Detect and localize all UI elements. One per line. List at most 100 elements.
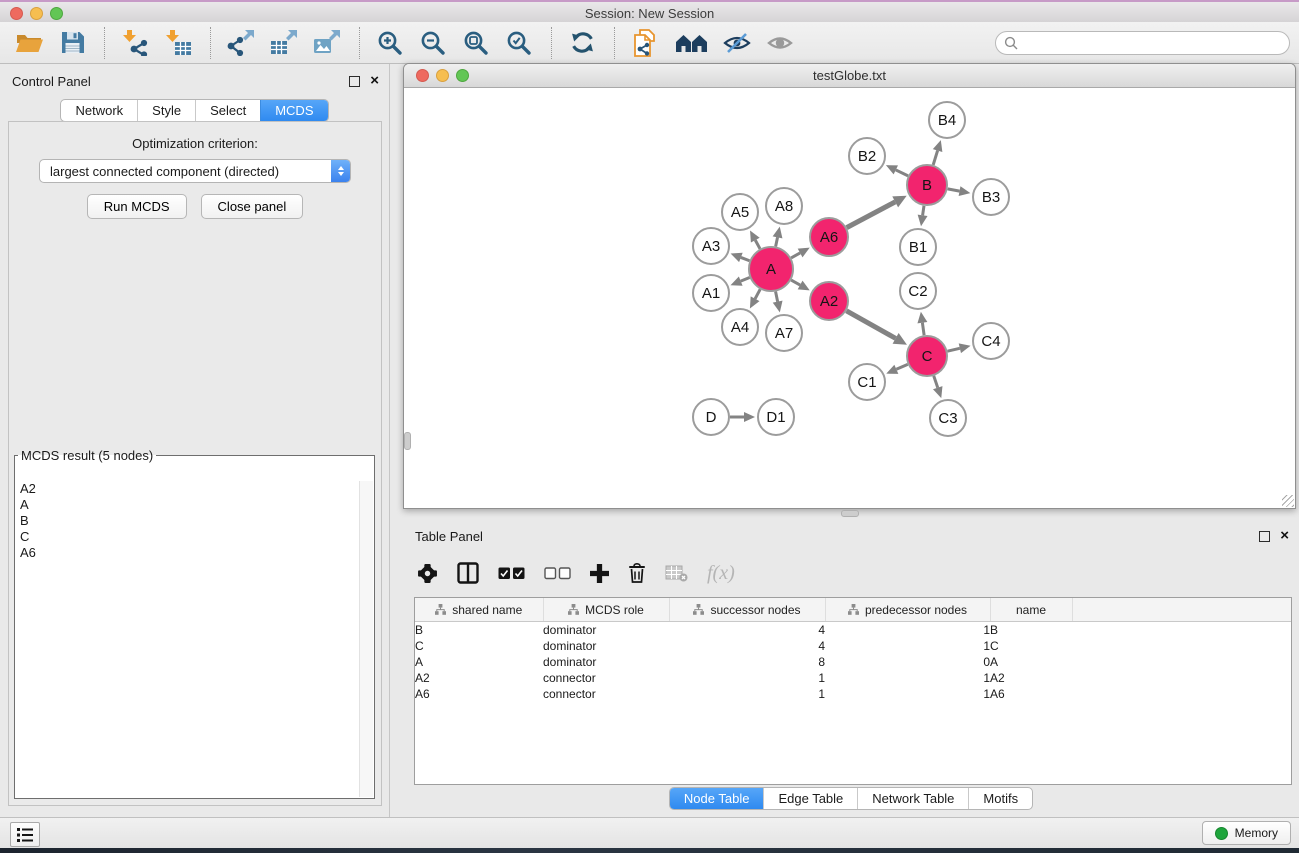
table-tab-edge-table[interactable]: Edge Table	[763, 788, 857, 809]
home-button[interactable]	[673, 26, 709, 60]
import-network-button[interactable]	[120, 26, 150, 60]
table-tab-motifs[interactable]: Motifs	[968, 788, 1032, 809]
deselect-all-columns-button[interactable]	[544, 567, 571, 580]
mcds-list-scrollbar[interactable]	[359, 481, 373, 797]
graph-node-C1[interactable]: C1	[849, 364, 885, 400]
export-network-button[interactable]	[226, 26, 256, 60]
graph-node-B3[interactable]: B3	[973, 179, 1009, 215]
close-panel-icon[interactable]: ×	[1280, 530, 1289, 542]
create-column-button[interactable]	[590, 564, 609, 583]
delete-table-button[interactable]	[665, 565, 688, 582]
float-panel-icon[interactable]	[1259, 531, 1270, 542]
graph-node-C2[interactable]: C2	[900, 273, 936, 309]
graph-node-C3[interactable]: C3	[930, 400, 966, 436]
graph-edge-B-B2[interactable]	[886, 165, 908, 176]
table-settings-button[interactable]	[417, 563, 438, 584]
graph-edge-A-A1[interactable]	[730, 276, 749, 285]
graph-node-C4[interactable]: C4	[973, 323, 1009, 359]
graph-edge-A-A2[interactable]	[791, 280, 810, 290]
column-header-MCDS-role[interactable]: MCDS role	[543, 598, 669, 622]
network-horizontal-scroll-thumb[interactable]	[841, 510, 859, 517]
create-network-from-file-button[interactable]	[630, 26, 660, 60]
network-canvas[interactable]: AA1A3A5A8A6A2A4A7BB2B4B3B1CC2C4C1C3DD1	[404, 88, 1295, 508]
table-row[interactable]: A2connector11A2	[415, 670, 1291, 686]
graph-node-B4[interactable]: B4	[929, 102, 965, 138]
graph-node-A8[interactable]: A8	[766, 188, 802, 224]
graph-edge-A-A5[interactable]	[750, 230, 760, 248]
graph-node-B1[interactable]: B1	[900, 229, 936, 265]
graph-node-A5[interactable]: A5	[722, 194, 758, 230]
mcds-result-item[interactable]: A6	[20, 545, 359, 561]
graph-node-B[interactable]: B	[907, 165, 947, 205]
graph-edge-A-A7[interactable]	[773, 292, 783, 313]
graph-edge-A2-C[interactable]	[846, 311, 907, 345]
mcds-result-item[interactable]: B	[20, 513, 359, 529]
tab-mcds[interactable]: MCDS	[260, 100, 327, 121]
criterion-dropdown[interactable]: largest connected component (directed)	[39, 159, 351, 183]
import-table-button[interactable]	[163, 26, 193, 60]
zoom-out-button[interactable]	[418, 26, 448, 60]
graph-edge-B-B3[interactable]	[948, 186, 971, 196]
export-table-button[interactable]	[269, 26, 299, 60]
graph-node-D[interactable]: D	[693, 399, 729, 435]
graph-node-B2[interactable]: B2	[849, 138, 885, 174]
table-row[interactable]: A6connector11A6	[415, 686, 1291, 702]
column-header-successor-nodes[interactable]: successor nodes	[669, 598, 825, 622]
search-input[interactable]	[1023, 35, 1289, 52]
table-row[interactable]: Bdominator41B	[415, 622, 1291, 639]
graph-node-A4[interactable]: A4	[722, 309, 758, 345]
table-row[interactable]: Cdominator41C	[415, 638, 1291, 654]
mcds-result-item[interactable]: A2	[20, 481, 359, 497]
tab-style[interactable]: Style	[137, 100, 195, 121]
graph-edge-B-B4[interactable]	[933, 140, 943, 165]
open-session-button[interactable]	[14, 26, 44, 60]
graph-node-D1[interactable]: D1	[758, 399, 794, 435]
hide-panels-button[interactable]	[722, 26, 752, 60]
table-tab-node-table[interactable]: Node Table	[670, 788, 764, 809]
save-session-button[interactable]	[57, 26, 87, 60]
graph-edge-C-C4[interactable]	[947, 343, 970, 353]
graph-edge-B-B1[interactable]	[918, 206, 928, 226]
graph-edge-A-A3[interactable]	[731, 253, 750, 262]
graph-edge-A-A6[interactable]	[791, 248, 810, 258]
zoom-in-button[interactable]	[375, 26, 405, 60]
float-panel-icon[interactable]	[349, 76, 360, 87]
close-panel-button[interactable]: Close panel	[201, 194, 304, 219]
delete-column-button[interactable]	[628, 563, 646, 583]
table-tab-network-table[interactable]: Network Table	[857, 788, 968, 809]
graph-edge-A-A4[interactable]	[750, 289, 760, 308]
show-eye-button[interactable]	[765, 26, 795, 60]
zoom-selected-button[interactable]	[504, 26, 534, 60]
run-mcds-button[interactable]: Run MCDS	[87, 194, 187, 219]
graph-node-A6[interactable]: A6	[810, 218, 848, 256]
graph-node-A2[interactable]: A2	[810, 282, 848, 320]
table-row[interactable]: Adominator80A	[415, 654, 1291, 670]
close-panel-icon[interactable]: ×	[370, 75, 379, 87]
network-vertical-scroll-thumb[interactable]	[404, 432, 411, 450]
graph-node-A7[interactable]: A7	[766, 315, 802, 351]
graph-node-A[interactable]: A	[749, 247, 793, 291]
search-field[interactable]	[995, 31, 1290, 55]
memory-button[interactable]: Memory	[1202, 821, 1291, 845]
graph-edge-C-C2[interactable]	[917, 312, 927, 335]
function-builder-button[interactable]: f(x)	[707, 562, 735, 585]
graph-node-A1[interactable]: A1	[693, 275, 729, 311]
column-header-shared-name[interactable]: shared name	[415, 598, 543, 622]
graph-node-C[interactable]: C	[907, 336, 947, 376]
graph-edge-C-C1[interactable]	[886, 364, 907, 374]
select-all-columns-button[interactable]	[498, 567, 525, 580]
tab-network[interactable]: Network	[61, 100, 137, 121]
graph-edge-A-A8[interactable]	[773, 227, 783, 247]
task-history-button[interactable]	[10, 822, 40, 847]
graph-edge-A6-B[interactable]	[847, 196, 907, 228]
mcds-result-item[interactable]: C	[20, 529, 359, 545]
column-header-predecessor-nodes[interactable]: predecessor nodes	[825, 598, 990, 622]
graph-edge-D-D1[interactable]	[730, 412, 755, 422]
graph-edge-C-C3[interactable]	[933, 376, 942, 398]
export-image-button[interactable]	[312, 26, 342, 60]
network-window-titlebar[interactable]: testGlobe.txt	[404, 64, 1295, 88]
window-resize-grip[interactable]	[1282, 495, 1294, 507]
show-column-button[interactable]	[457, 562, 479, 584]
zoom-fit-button[interactable]	[461, 26, 491, 60]
column-header-name[interactable]: name	[990, 598, 1072, 622]
